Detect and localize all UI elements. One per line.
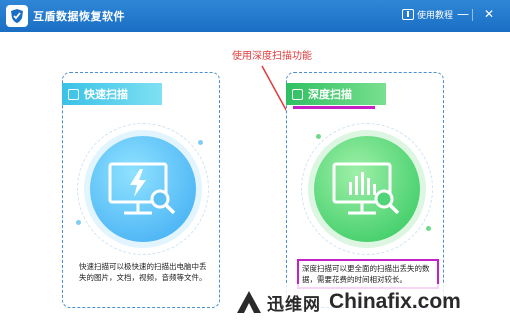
chinafix-logo-icon <box>237 291 261 313</box>
monitor-chart-search-icon <box>332 162 400 215</box>
quick-scan-button[interactable] <box>90 136 196 242</box>
quick-scan-description: 快速扫描可以极快速的扫描出电脑中丢失的图片，文档，视频，音频等文件。 <box>79 262 207 282</box>
watermark-site: Chinafix.com <box>329 290 461 313</box>
quick-scan-card[interactable]: 快速扫描 快速扫描可以极快速的扫描出电脑中丢失的图片，文档，视频，音频等文件。 <box>62 72 220 308</box>
deep-scan-ring <box>301 123 433 255</box>
deep-scan-button[interactable] <box>314 136 420 242</box>
quick-scan-ring <box>76 123 209 255</box>
watermark-brand: 迅维网 <box>267 294 321 315</box>
deep-scan-tab[interactable]: 深度扫描 <box>286 83 386 105</box>
decor-dot <box>316 134 321 139</box>
monitor-lightning-search-icon <box>108 162 176 215</box>
quick-scan-title: 快速扫描 <box>84 88 128 101</box>
decor-dot <box>198 140 203 145</box>
watermark: 迅维网 Chinafix.com <box>229 284 510 320</box>
decor-dot <box>426 226 431 231</box>
deep-scan-title: 深度扫描 <box>308 88 352 101</box>
decor-dot <box>76 220 81 225</box>
scan-icon <box>292 88 303 100</box>
quick-scan-tab[interactable]: 快速扫描 <box>62 83 162 105</box>
scan-icon <box>68 88 79 100</box>
highlight-underline <box>293 106 375 109</box>
deep-scan-card[interactable]: 深度扫描 深度扫描可以更全面的扫描出丢失的数据，需要花费的时间相对较长。 <box>286 72 444 308</box>
